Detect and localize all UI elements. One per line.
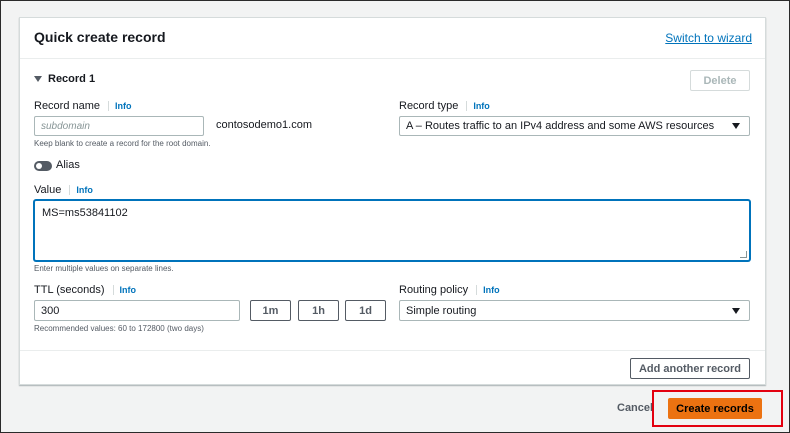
record-type-selected: A – Routes traffic to an IPv4 address an… [406,120,715,132]
routing-policy-select[interactable]: Simple routing [399,300,750,321]
divider [20,350,765,351]
value-text: MS=ms53841102 [42,207,128,219]
value-hint: Enter multiple values on separate lines. [34,264,174,273]
delete-record-button[interactable]: Delete [690,70,750,91]
resize-handle-icon[interactable] [740,251,747,258]
value-textarea[interactable]: MS=ms53841102 [34,200,750,261]
routing-policy-info-link[interactable]: Info [476,285,500,295]
dropdown-arrow-icon [732,123,740,129]
alias-toggle[interactable] [34,161,52,171]
ttl-hint: Recommended values: 60 to 172800 (two da… [34,324,204,333]
ttl-1d-button[interactable]: 1d [345,300,386,321]
ttl-info-link[interactable]: Info [112,285,136,295]
caret-down-icon [34,76,42,82]
dropdown-arrow-icon [732,307,740,314]
ttl-label: TTL (seconds) Info [34,284,137,296]
switch-to-wizard-link[interactable]: Switch to wizard [665,31,752,45]
routing-policy-label: Routing policy Info [399,284,500,296]
record-type-label: Record type Info [399,100,490,112]
alias-label: Alias [56,159,80,171]
value-label: Value Info [34,184,93,196]
routing-policy-selected: Simple routing [406,304,477,317]
record-1-toggle[interactable]: Record 1 [34,73,95,85]
ttl-1m-button[interactable]: 1m [250,300,291,321]
record-name-input[interactable]: subdomain [34,116,204,136]
record-type-select[interactable]: A – Routes traffic to an IPv4 address an… [399,116,750,136]
record-name-label: Record name Info [34,100,132,112]
panel-title: Quick create record [34,29,166,45]
ttl-1h-button[interactable]: 1h [298,300,339,321]
record-header: Record 1 [48,73,96,85]
divider [20,58,765,59]
highlight-box [652,390,783,427]
add-another-record-button[interactable]: Add another record [630,358,750,379]
record-name-info-link[interactable]: Info [108,101,132,111]
quick-create-panel: Quick create record Switch to wizard Rec… [19,17,766,385]
cancel-button[interactable]: Cancel [617,402,653,414]
record-type-info-link[interactable]: Info [466,101,490,111]
domain-suffix: contosodemo1.com [216,119,312,131]
ttl-input[interactable]: 300 [34,300,240,321]
record-name-hint: Keep blank to create a record for the ro… [34,139,211,148]
value-info-link[interactable]: Info [69,185,93,195]
